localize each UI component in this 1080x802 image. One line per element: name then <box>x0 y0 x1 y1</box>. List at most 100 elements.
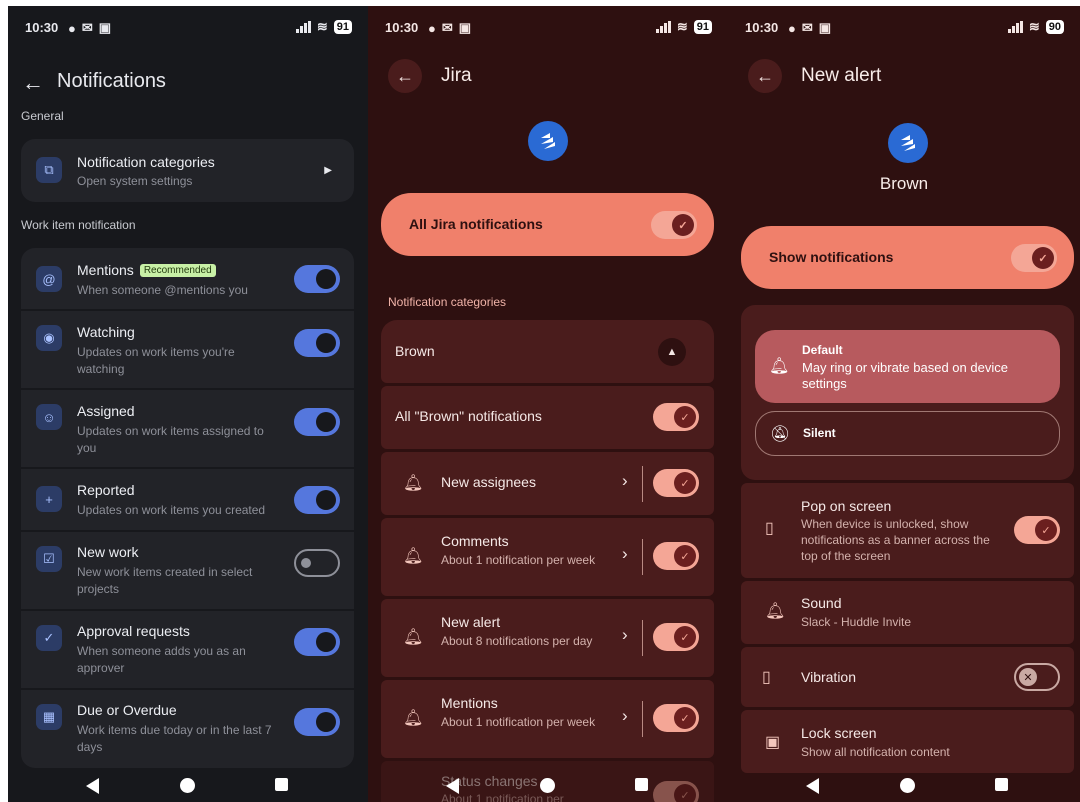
option-default[interactable]: 🔔︎ Default May ring or vibrate based on … <box>755 330 1060 403</box>
check-icon: ✓ <box>1035 519 1057 541</box>
row-title: New work <box>77 544 139 560</box>
divider <box>642 539 643 575</box>
chevron-right-icon[interactable]: › <box>622 544 628 564</box>
list-item-watching[interactable]: ◉ Watching Updates on work items you're … <box>21 311 354 390</box>
nav-home-icon[interactable] <box>180 778 195 793</box>
channel-subtitle: About 8 notifications per day <box>441 634 593 648</box>
chevron-right-icon[interactable]: › <box>622 625 628 645</box>
nav-home-icon[interactable] <box>900 778 915 793</box>
assigned-toggle[interactable] <box>294 408 340 436</box>
copy-icon: ⧉ <box>36 157 62 183</box>
chevron-right-icon[interactable]: › <box>622 706 628 726</box>
sound-row[interactable]: 🔔︎ Sound Slack - Huddle Invite <box>741 581 1074 644</box>
category-group-brown[interactable]: Brown ▲ <box>381 320 714 383</box>
channel-row-comments[interactable]: 🔔︎ Comments About 1 notification per wee… <box>381 518 714 596</box>
row-subtitle: Slack - Huddle Invite <box>801 615 912 629</box>
row-subtitle: New work items created in select project… <box>77 565 253 596</box>
checkbox-icon: ☑ <box>36 546 62 572</box>
back-button[interactable]: ← <box>748 59 782 93</box>
assign-icon: ☺ <box>36 404 62 430</box>
phone-notifications-settings: 10:30 ● ✉ ▣ ≋ 91 ← Notifications General… <box>8 6 368 802</box>
wifi-icon: ≋ <box>676 19 688 34</box>
nav-home-icon[interactable] <box>540 778 555 793</box>
status-system-icons: ≋ 91 <box>655 19 712 35</box>
check-icon: ✓ <box>672 214 694 236</box>
nav-recents-icon[interactable] <box>635 778 648 791</box>
nav-back-icon[interactable] <box>86 778 99 794</box>
notification-categories-row[interactable]: ⧉ Notification categories Open system se… <box>21 139 354 202</box>
row-subtitle: Updates on work items you're watching <box>77 345 235 376</box>
show-notifications-row[interactable]: Show notifications ✓ <box>741 226 1074 289</box>
chevron-up-icon[interactable]: ▲ <box>658 338 686 366</box>
row-title: Watching <box>77 324 135 340</box>
nav-recents-icon[interactable] <box>995 778 1008 791</box>
section-label-categories: Notification categories <box>388 295 507 309</box>
eye-icon: ◉ <box>36 325 62 351</box>
back-arrow-icon[interactable]: ← <box>22 70 44 96</box>
nav-recents-icon[interactable] <box>275 778 288 791</box>
status-bar: 10:30 ● ✉ ▣ ≋ 91 <box>368 6 728 46</box>
watching-toggle[interactable] <box>294 329 340 357</box>
calendar-icon: ▦ <box>36 704 62 730</box>
mail-icon: ✉ <box>441 20 453 35</box>
channel-row-new-assignees[interactable]: 🔔︎ New assignees › ✓ <box>381 452 714 515</box>
channel-row-new-alert[interactable]: 🔔︎ New alert About 8 notifications per d… <box>381 599 714 677</box>
back-button[interactable]: ← <box>388 59 422 93</box>
new-assignees-toggle[interactable]: ✓ <box>653 469 699 497</box>
status-notification-icons: ● ✉ ▣ <box>68 20 111 36</box>
signal-icon <box>295 21 311 33</box>
row-subtitle: Work items due today or in the last 7 da… <box>77 723 272 754</box>
all-jira-toggle[interactable]: ✓ <box>651 211 697 239</box>
approval-requests-toggle[interactable] <box>294 628 340 656</box>
channel-row-mentions[interactable]: 🔔︎ Mentions About 1 notification per wee… <box>381 680 714 758</box>
list-item-due-or-overdue[interactable]: ▦ Due or Overdue Work items due today or… <box>21 690 354 768</box>
list-item-assigned[interactable]: ☺ Assigned Updates on work items assigne… <box>21 390 354 469</box>
list-item-approval-requests[interactable]: ✓ Approval requests When someone adds yo… <box>21 611 354 690</box>
status-time: 10:30 <box>385 20 419 35</box>
all-brown-toggle[interactable]: ✓ <box>653 403 699 431</box>
reported-toggle[interactable] <box>294 486 340 514</box>
new-work-toggle[interactable] <box>294 549 340 577</box>
list-item-reported[interactable]: + Reported Updates on work items you cre… <box>21 469 354 532</box>
channel-title: Mentions <box>441 695 498 711</box>
due-overdue-toggle[interactable] <box>294 708 340 736</box>
option-title: Silent <box>803 426 836 440</box>
row-subtitle: Open system settings <box>77 174 193 188</box>
nav-bar <box>728 770 1080 802</box>
option-silent[interactable]: 🔕︎ Silent <box>755 411 1060 456</box>
new-alert-toggle[interactable]: ✓ <box>653 623 699 651</box>
bell-icon: 🔔︎ <box>403 629 424 646</box>
lock-screen-row[interactable]: ▣ Lock screen Show all notification cont… <box>741 710 1074 773</box>
nav-back-icon[interactable] <box>446 778 459 794</box>
chat-icon: ● <box>428 20 436 36</box>
all-brown-notifications-row[interactable]: All "Brown" notifications ✓ <box>381 386 714 449</box>
check-icon: ✓ <box>674 472 696 494</box>
divider <box>642 620 643 656</box>
chevron-right-icon[interactable]: › <box>622 471 628 491</box>
battery-indicator: 91 <box>693 20 712 34</box>
nav-back-icon[interactable] <box>806 778 819 794</box>
pop-on-screen-toggle[interactable]: ✓ <box>1014 516 1060 544</box>
option-subtitle: May ring or vibrate based on device sett… <box>802 360 1008 391</box>
battery-indicator: 91 <box>333 20 352 34</box>
check-icon: ✓ <box>1032 247 1054 269</box>
pop-on-screen-row[interactable]: ▯ Pop on screen When device is unlocked,… <box>741 483 1074 578</box>
row-title: Lock screen <box>801 725 877 741</box>
row-title: Pop on screen <box>801 498 892 514</box>
row-subtitle: Updates on work items you created <box>77 503 266 517</box>
section-label-general: General <box>21 109 64 123</box>
mentions-toggle[interactable]: ✓ <box>653 704 699 732</box>
list-item-new-work[interactable]: ☑ New work New work items created in sel… <box>21 532 354 611</box>
mentions-toggle[interactable] <box>294 265 340 293</box>
row-subtitle: When device is unlocked, show notificati… <box>801 517 990 563</box>
status-notification-icons: ● ✉ ▣ <box>428 20 471 36</box>
list-item-mentions[interactable]: @ Mentions Recommended When someone @ment… <box>21 248 354 311</box>
vibration-toggle[interactable]: ✕ <box>1014 663 1060 691</box>
video-icon: ▣ <box>98 20 112 35</box>
option-title: Default <box>802 343 843 357</box>
all-jira-notifications-row[interactable]: All Jira notifications ✓ <box>381 193 714 256</box>
vibration-row[interactable]: ▯ Vibration ✕ <box>741 647 1074 707</box>
show-notifications-toggle[interactable]: ✓ <box>1011 244 1057 272</box>
app-name: Brown <box>879 174 929 193</box>
comments-toggle[interactable]: ✓ <box>653 542 699 570</box>
